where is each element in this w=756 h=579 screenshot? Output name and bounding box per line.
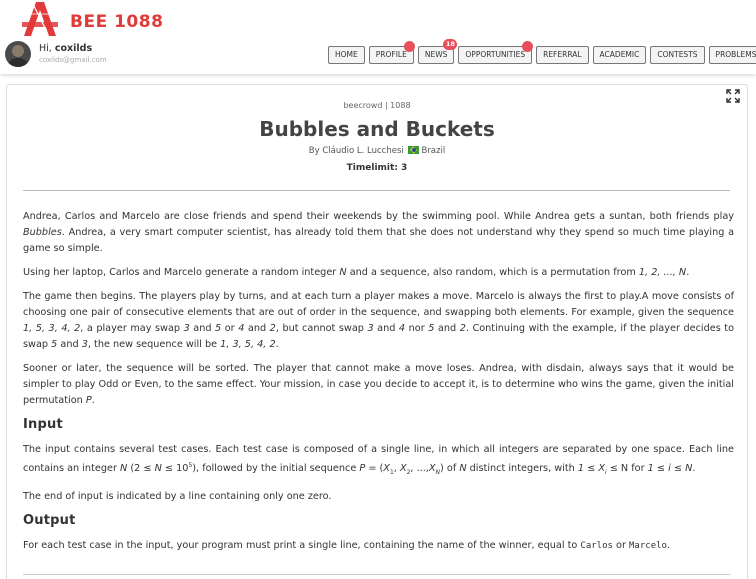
description-paragraph-2: Using her laptop, Carlos and Marcelo gen… xyxy=(23,267,690,278)
problem-timelimit: Timelimit: 3 xyxy=(346,163,408,173)
description-paragraph-1: Andrea, Carlos and Marcelo are close fri… xyxy=(23,211,734,254)
news-count-badge: 18 xyxy=(443,39,458,50)
brazil-flag-icon xyxy=(408,146,420,154)
brand-bar: BEE 1088 xyxy=(0,0,756,36)
input-paragraph-2: The end of input is indicated by a line … xyxy=(23,491,332,503)
output-paragraph-1: For each test case in the input, your pr… xyxy=(23,540,671,552)
nav-problems[interactable]: PROBLEMS xyxy=(708,46,756,64)
nav-referral[interactable]: REFERRAL xyxy=(536,46,589,64)
notification-dot xyxy=(403,41,415,52)
problem-card: beecrowd | 1088 Bubbles and Buckets By C… xyxy=(6,84,748,579)
nav-contests[interactable]: CONTESTS xyxy=(650,46,705,64)
output-heading: Output xyxy=(23,513,76,529)
input-heading: Input xyxy=(23,417,63,432)
user-greeting: Hi, coxilds xyxy=(39,43,93,54)
nav-opportunities[interactable]: OPPORTUNITIES xyxy=(458,41,534,64)
avatar[interactable] xyxy=(5,41,31,67)
notification-dot xyxy=(522,41,534,52)
divider xyxy=(23,574,730,575)
user-email: coxilds@gmail.com xyxy=(39,56,107,64)
nav-news[interactable]: NEWS 18 xyxy=(417,39,458,64)
divider xyxy=(23,190,730,191)
problem-author: By Cláudio L. Lucchesi Brazil xyxy=(308,146,446,156)
input-paragraph-1: The input contains several test cases. E… xyxy=(23,444,734,477)
top-navbar: Hi, coxilds coxilds@gmail.com HOME PROFI… xyxy=(0,36,756,74)
beecrowd-logo-icon[interactable] xyxy=(20,0,62,36)
problem-title: Bubbles and Buckets xyxy=(259,117,495,141)
problem-description: Andrea, Carlos and Marcelo are close fri… xyxy=(23,209,734,562)
user-name[interactable]: coxilds xyxy=(55,43,92,54)
main-nav: HOME PROFILE NEWS 18 OPPORTUNITIES REFERR… xyxy=(328,39,756,64)
nav-academic[interactable]: ACADEMIC xyxy=(592,46,647,64)
page-code: BEE 1088 xyxy=(70,12,164,32)
description-paragraph-4: Sooner or later, the sequence will be so… xyxy=(23,363,734,406)
nav-profile[interactable]: PROFILE xyxy=(368,41,415,64)
nav-home[interactable]: HOME xyxy=(328,46,365,64)
description-paragraph-3: The game then begins. The players play b… xyxy=(23,291,734,350)
author-country: Brazil xyxy=(421,146,446,156)
problem-breadcrumb: beecrowd | 1088 xyxy=(343,101,411,110)
